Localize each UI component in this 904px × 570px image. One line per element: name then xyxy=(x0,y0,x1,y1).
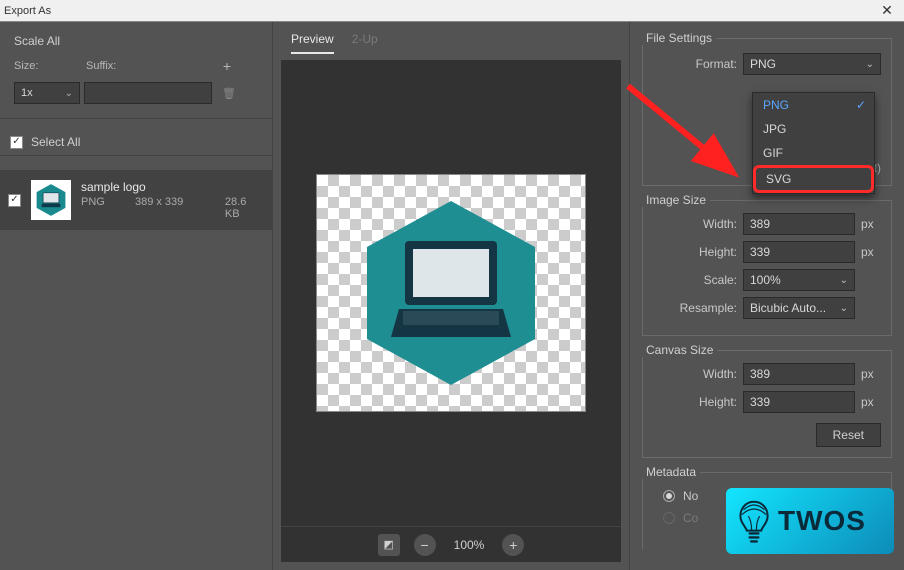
px-unit: px xyxy=(861,245,881,259)
size-value: 1x xyxy=(21,87,33,99)
trash-icon[interactable]: 🗑 xyxy=(222,87,236,100)
preview-toolbar: ◩ − 100% + xyxy=(281,526,621,562)
asset-name: sample logo xyxy=(81,180,264,194)
preview-tabs: Preview 2-Up xyxy=(273,32,629,54)
width-input[interactable]: 389 xyxy=(743,213,855,235)
radio-none-label: No xyxy=(683,489,698,503)
format-label: Format: xyxy=(653,57,737,71)
tab-preview[interactable]: Preview xyxy=(291,32,334,54)
px-unit: px xyxy=(861,395,881,409)
checkmark-icon: ✓ xyxy=(856,98,866,112)
zoom-in-icon[interactable]: + xyxy=(502,534,524,556)
asset-thumbnail xyxy=(31,180,71,220)
chevron-down-icon: ⌄ xyxy=(840,303,848,314)
left-panel: Scale All Size: Suffix: + 1x 🗑 Select Al… xyxy=(0,22,272,570)
px-unit: px xyxy=(861,367,881,381)
asset-dimensions: 389 x 339 xyxy=(135,196,205,220)
select-all-checkbox[interactable] xyxy=(10,136,23,149)
width-label: Width: xyxy=(653,217,737,231)
format-option-label: SVG xyxy=(766,172,791,186)
asset-row[interactable]: sample logo PNG 389 x 339 28.6 KB xyxy=(0,170,272,230)
radio-copyright[interactable] xyxy=(663,512,675,524)
metadata-label: Metadata xyxy=(642,465,700,479)
chevron-down-icon: ⌄ xyxy=(840,275,848,286)
height-input[interactable]: 339 xyxy=(743,241,855,263)
zoom-out-icon[interactable]: − xyxy=(414,534,436,556)
resample-label: Resample: xyxy=(653,301,737,315)
watermark-banner: TWOS xyxy=(726,488,894,554)
format-option-label: GIF xyxy=(763,146,783,160)
height-label: Height: xyxy=(653,245,737,259)
asset-format: PNG xyxy=(81,196,115,220)
size-select[interactable]: 1x xyxy=(14,82,80,104)
format-dropdown[interactable]: PNG ✓ JPG GIF SVG xyxy=(752,92,875,194)
resample-select[interactable]: Bicubic Auto... ⌄ xyxy=(743,297,855,319)
suffix-label: Suffix: xyxy=(86,60,216,72)
format-option-svg[interactable]: SVG xyxy=(753,165,874,193)
asset-filesize: 28.6 KB xyxy=(225,196,264,220)
size-label: Size: xyxy=(14,60,82,72)
center-panel: Preview 2-Up ◩ − 100% + xyxy=(272,22,630,570)
tab-two-up[interactable]: 2-Up xyxy=(352,32,378,54)
reset-button[interactable]: Reset xyxy=(816,423,881,447)
format-option-gif[interactable]: GIF xyxy=(753,141,874,165)
banner-text: TWOS xyxy=(778,505,867,537)
contrast-icon[interactable]: ◩ xyxy=(378,534,400,556)
format-option-label: JPG xyxy=(763,122,786,136)
scale-select[interactable]: 100% ⌄ xyxy=(743,269,855,291)
radio-copyright-label: Co xyxy=(683,511,698,525)
chevron-down-icon: ⌄ xyxy=(866,59,874,70)
preview-canvas[interactable] xyxy=(281,60,621,526)
format-option-jpg[interactable]: JPG xyxy=(753,117,874,141)
asset-checkbox[interactable] xyxy=(8,194,21,207)
lightbulb-icon xyxy=(734,496,774,546)
suffix-input[interactable] xyxy=(84,82,212,104)
format-option-label: PNG xyxy=(763,98,789,112)
scale-label: Scale: xyxy=(653,273,737,287)
resample-value: Bicubic Auto... xyxy=(750,301,826,315)
scale-all-label: Scale All xyxy=(14,34,262,48)
preview-image xyxy=(316,174,586,412)
image-size-label: Image Size xyxy=(642,193,710,207)
close-icon[interactable]: ✕ xyxy=(874,2,900,20)
canvas-size-group: Canvas Size Width: 389 px Height: 339 px… xyxy=(642,350,892,458)
plus-icon[interactable]: + xyxy=(220,58,234,74)
window-title: Export As xyxy=(4,5,51,17)
px-unit: px xyxy=(861,217,881,231)
canvas-size-label: Canvas Size xyxy=(642,343,717,357)
scale-value: 100% xyxy=(750,273,781,287)
canvas-height-input[interactable]: 339 xyxy=(743,391,855,413)
format-option-png[interactable]: PNG ✓ xyxy=(753,93,874,117)
scale-input-row: 1x 🗑 xyxy=(8,82,264,104)
format-select[interactable]: PNG ⌄ xyxy=(743,53,881,75)
select-all-label: Select All xyxy=(31,135,80,149)
divider xyxy=(0,118,272,119)
canvas-height-label: Height: xyxy=(653,395,737,409)
format-value: PNG xyxy=(750,57,776,71)
file-settings-label: File Settings xyxy=(642,31,716,45)
title-bar: Export As ✕ xyxy=(0,0,904,22)
zoom-label[interactable]: 100% xyxy=(450,538,489,552)
canvas-width-label: Width: xyxy=(653,367,737,381)
select-all-row[interactable]: Select All xyxy=(0,133,272,156)
image-size-group: Image Size Width: 389 px Height: 339 px … xyxy=(642,200,892,336)
asset-metadata: sample logo PNG 389 x 339 28.6 KB xyxy=(81,180,264,220)
radio-none[interactable] xyxy=(663,490,675,502)
scale-header-row: Size: Suffix: + xyxy=(8,58,264,74)
canvas-width-input[interactable]: 389 xyxy=(743,363,855,385)
